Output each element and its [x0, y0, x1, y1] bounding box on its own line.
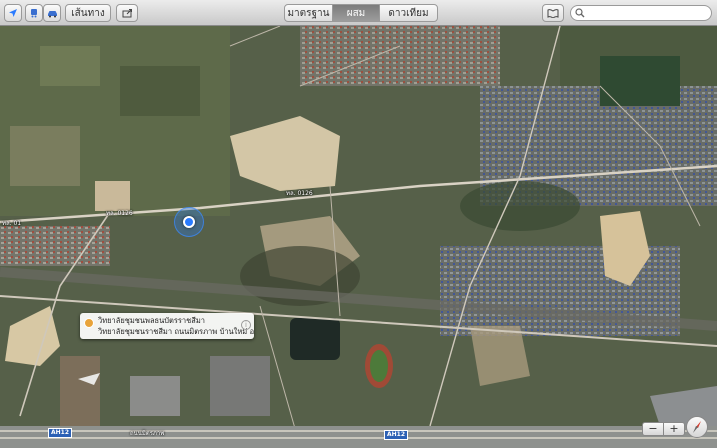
- road-label-1: ทล. 01: [2, 220, 22, 227]
- bookmarks-button[interactable]: [542, 4, 564, 22]
- search-icon: [575, 8, 585, 18]
- info-icon[interactable]: i: [241, 320, 251, 330]
- view-standard-label: มาตรฐาน: [287, 7, 330, 19]
- share-button[interactable]: [116, 4, 138, 22]
- current-location-marker[interactable]: [174, 207, 204, 237]
- callout-subtitle: วิทยาลัยชุมชนราชสีมา ถนนมิตรภาพ บ้านใหม่…: [98, 327, 254, 336]
- view-satellite-button[interactable]: ดาวเทียม: [379, 4, 438, 22]
- car-icon: [47, 10, 57, 17]
- transit-icon: [31, 9, 37, 18]
- satellite-map[interactable]: ทล. 01 ทล. 0126 ทล. 0126 ถนนมิตรภาพ AH12…: [0, 26, 717, 448]
- location-button[interactable]: [4, 4, 22, 22]
- compass-button[interactable]: [686, 416, 708, 438]
- view-hybrid-label: ผสม: [346, 7, 366, 19]
- compass-icon: [693, 421, 701, 433]
- view-mode-segmented-control: มาตรฐาน ผสม ดาวเทียม: [284, 4, 438, 22]
- road-label-2: ทล. 0126: [106, 210, 133, 217]
- road-label-4: ถนนมิตรภาพ: [130, 430, 165, 437]
- transit-button[interactable]: [25, 4, 43, 22]
- place-pin-icon: [84, 318, 94, 328]
- zoom-in-button[interactable]: +: [663, 422, 685, 436]
- search-input[interactable]: [587, 6, 707, 21]
- satellite-imagery: [0, 26, 717, 448]
- view-standard-button[interactable]: มาตรฐาน: [284, 4, 333, 22]
- zoom-out-button[interactable]: −: [642, 422, 664, 436]
- car-button[interactable]: [43, 4, 61, 22]
- book-icon: [547, 8, 559, 18]
- location-arrow-icon: [9, 9, 17, 17]
- place-callout[interactable]: วิทยาลัยชุมชนพลธนบัตรราชสีมา วิทยาลัยชุม…: [80, 313, 254, 339]
- callout-title: วิทยาลัยชุมชนพลธนบัตรราชสีมา: [98, 316, 205, 325]
- directions-button[interactable]: เส้นทาง: [65, 4, 111, 22]
- cursor-icon: [78, 373, 100, 385]
- zoom-control: − +: [642, 422, 685, 436]
- road-label-3: ทล. 0126: [286, 190, 313, 197]
- view-satellite-label: ดาวเทียม: [388, 7, 429, 19]
- highway-badge-2: AH12: [384, 430, 409, 440]
- view-hybrid-button[interactable]: ผสม: [332, 4, 380, 22]
- toolbar: เส้นทาง มาตรฐาน ผสม ดาวเทียม: [0, 0, 717, 26]
- directions-label: เส้นทาง: [71, 7, 105, 19]
- share-icon: [122, 9, 132, 18]
- search-field[interactable]: [570, 5, 712, 21]
- highway-badge-1: AH12: [48, 428, 73, 438]
- location-dot-icon: [183, 216, 195, 228]
